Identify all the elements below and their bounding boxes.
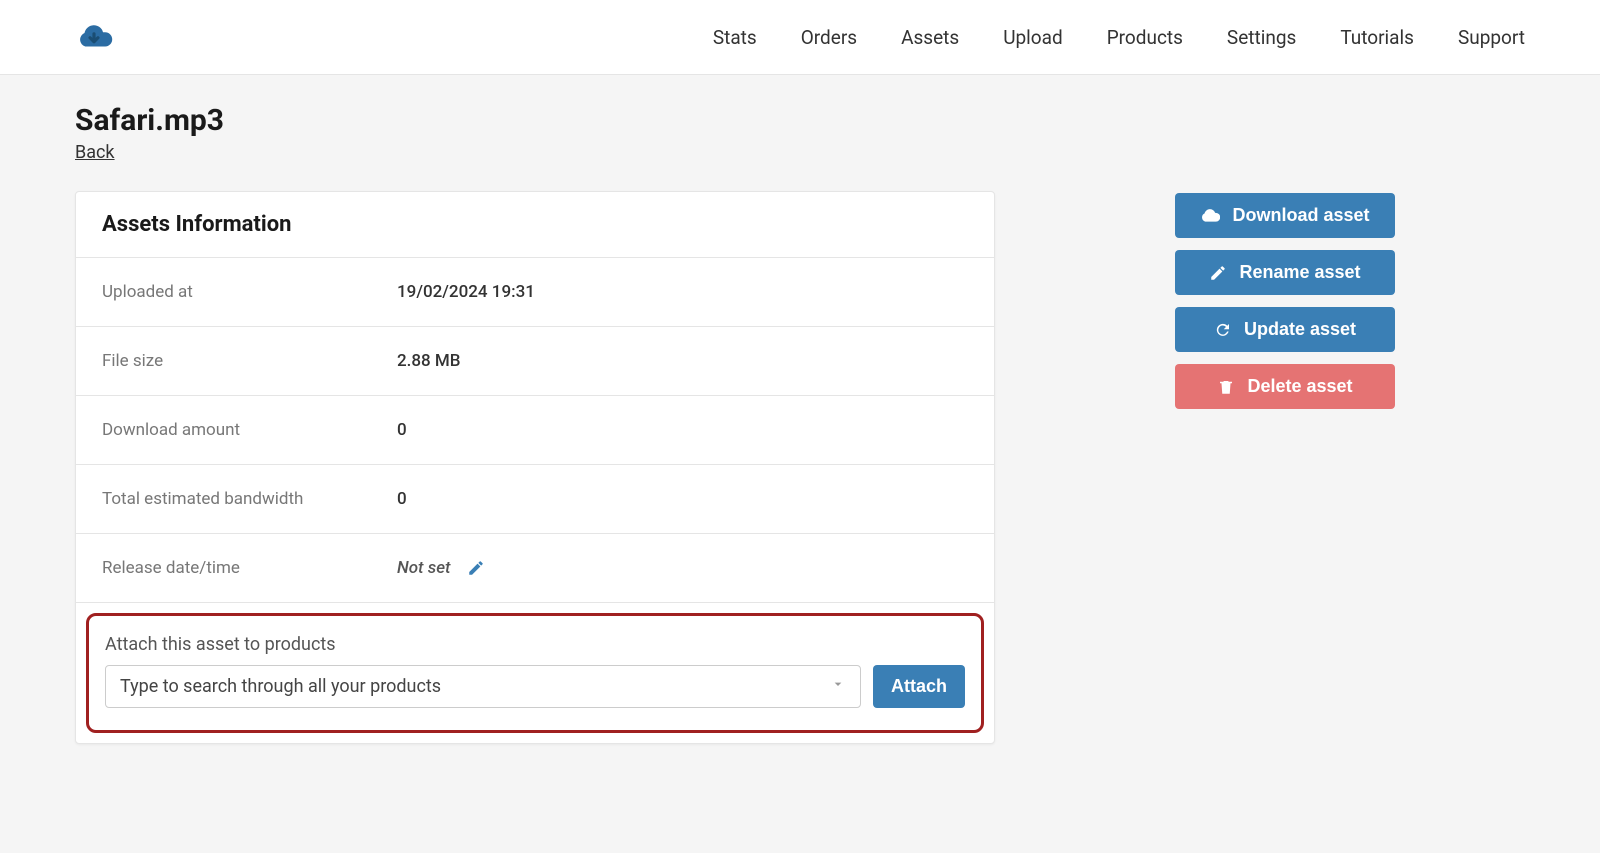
attach-section: Attach this asset to products Type to se… [86,613,984,733]
trash-icon [1217,378,1235,396]
info-label: Download amount [102,420,397,440]
actions-sidebar: Download asset Rename asset Update asset… [1115,193,1395,409]
update-asset-button[interactable]: Update asset [1175,307,1395,352]
nav-assets[interactable]: Assets [901,26,959,49]
rename-asset-button[interactable]: Rename asset [1175,250,1395,295]
content: Safari.mp3 Back Assets Information Uploa… [0,75,1600,772]
pencil-icon [467,559,485,577]
info-row-release-date: Release date/time Not set [76,534,994,603]
select-placeholder: Type to search through all your products [120,676,441,697]
button-label: Download asset [1232,205,1369,226]
button-label: Delete asset [1247,376,1352,397]
info-label: Uploaded at [102,282,397,302]
cloud-download-icon [1200,206,1220,226]
nav-support[interactable]: Support [1458,26,1525,49]
attach-button[interactable]: Attach [873,665,965,708]
info-value: 19/02/2024 19:31 [397,282,535,302]
main-column: Safari.mp3 Back Assets Information Uploa… [75,103,1065,744]
info-value: 0 [397,420,407,440]
delete-asset-button[interactable]: Delete asset [1175,364,1395,409]
page-title: Safari.mp3 [75,103,1065,138]
button-label: Rename asset [1239,262,1360,283]
info-row-bandwidth: Total estimated bandwidth 0 [76,465,994,534]
edit-release-date-icon[interactable] [467,559,485,577]
info-value: Not set [397,558,451,578]
back-link[interactable]: Back [75,142,115,163]
nav-orders[interactable]: Orders [801,26,857,49]
cloud-download-icon [75,18,113,56]
attach-label: Attach this asset to products [105,634,965,655]
button-label: Update asset [1244,319,1356,340]
info-value: 0 [397,489,407,509]
asset-info-card: Assets Information Uploaded at 19/02/202… [75,191,995,744]
nav-settings[interactable]: Settings [1227,26,1296,49]
attach-controls: Type to search through all your products… [105,665,965,708]
info-row-file-size: File size 2.88 MB [76,327,994,396]
info-label: Total estimated bandwidth [102,489,397,509]
refresh-icon [1214,321,1232,339]
pencil-icon [1209,264,1227,282]
card-header: Assets Information [76,192,994,258]
info-row-download-amount: Download amount 0 [76,396,994,465]
chevron-down-icon [830,676,846,697]
info-row-uploaded-at: Uploaded at 19/02/2024 19:31 [76,258,994,327]
nav-upload[interactable]: Upload [1003,26,1063,49]
logo[interactable] [75,18,113,56]
download-asset-button[interactable]: Download asset [1175,193,1395,238]
info-label: Release date/time [102,558,397,578]
nav-products[interactable]: Products [1107,26,1183,49]
main-nav: Stats Orders Assets Upload Products Sett… [713,26,1525,49]
info-value: 2.88 MB [397,351,461,371]
card-heading: Assets Information [102,212,968,237]
info-label: File size [102,351,397,371]
nav-stats[interactable]: Stats [713,26,757,49]
nav-tutorials[interactable]: Tutorials [1340,26,1414,49]
header: Stats Orders Assets Upload Products Sett… [0,0,1600,75]
product-search-select[interactable]: Type to search through all your products [105,665,861,708]
